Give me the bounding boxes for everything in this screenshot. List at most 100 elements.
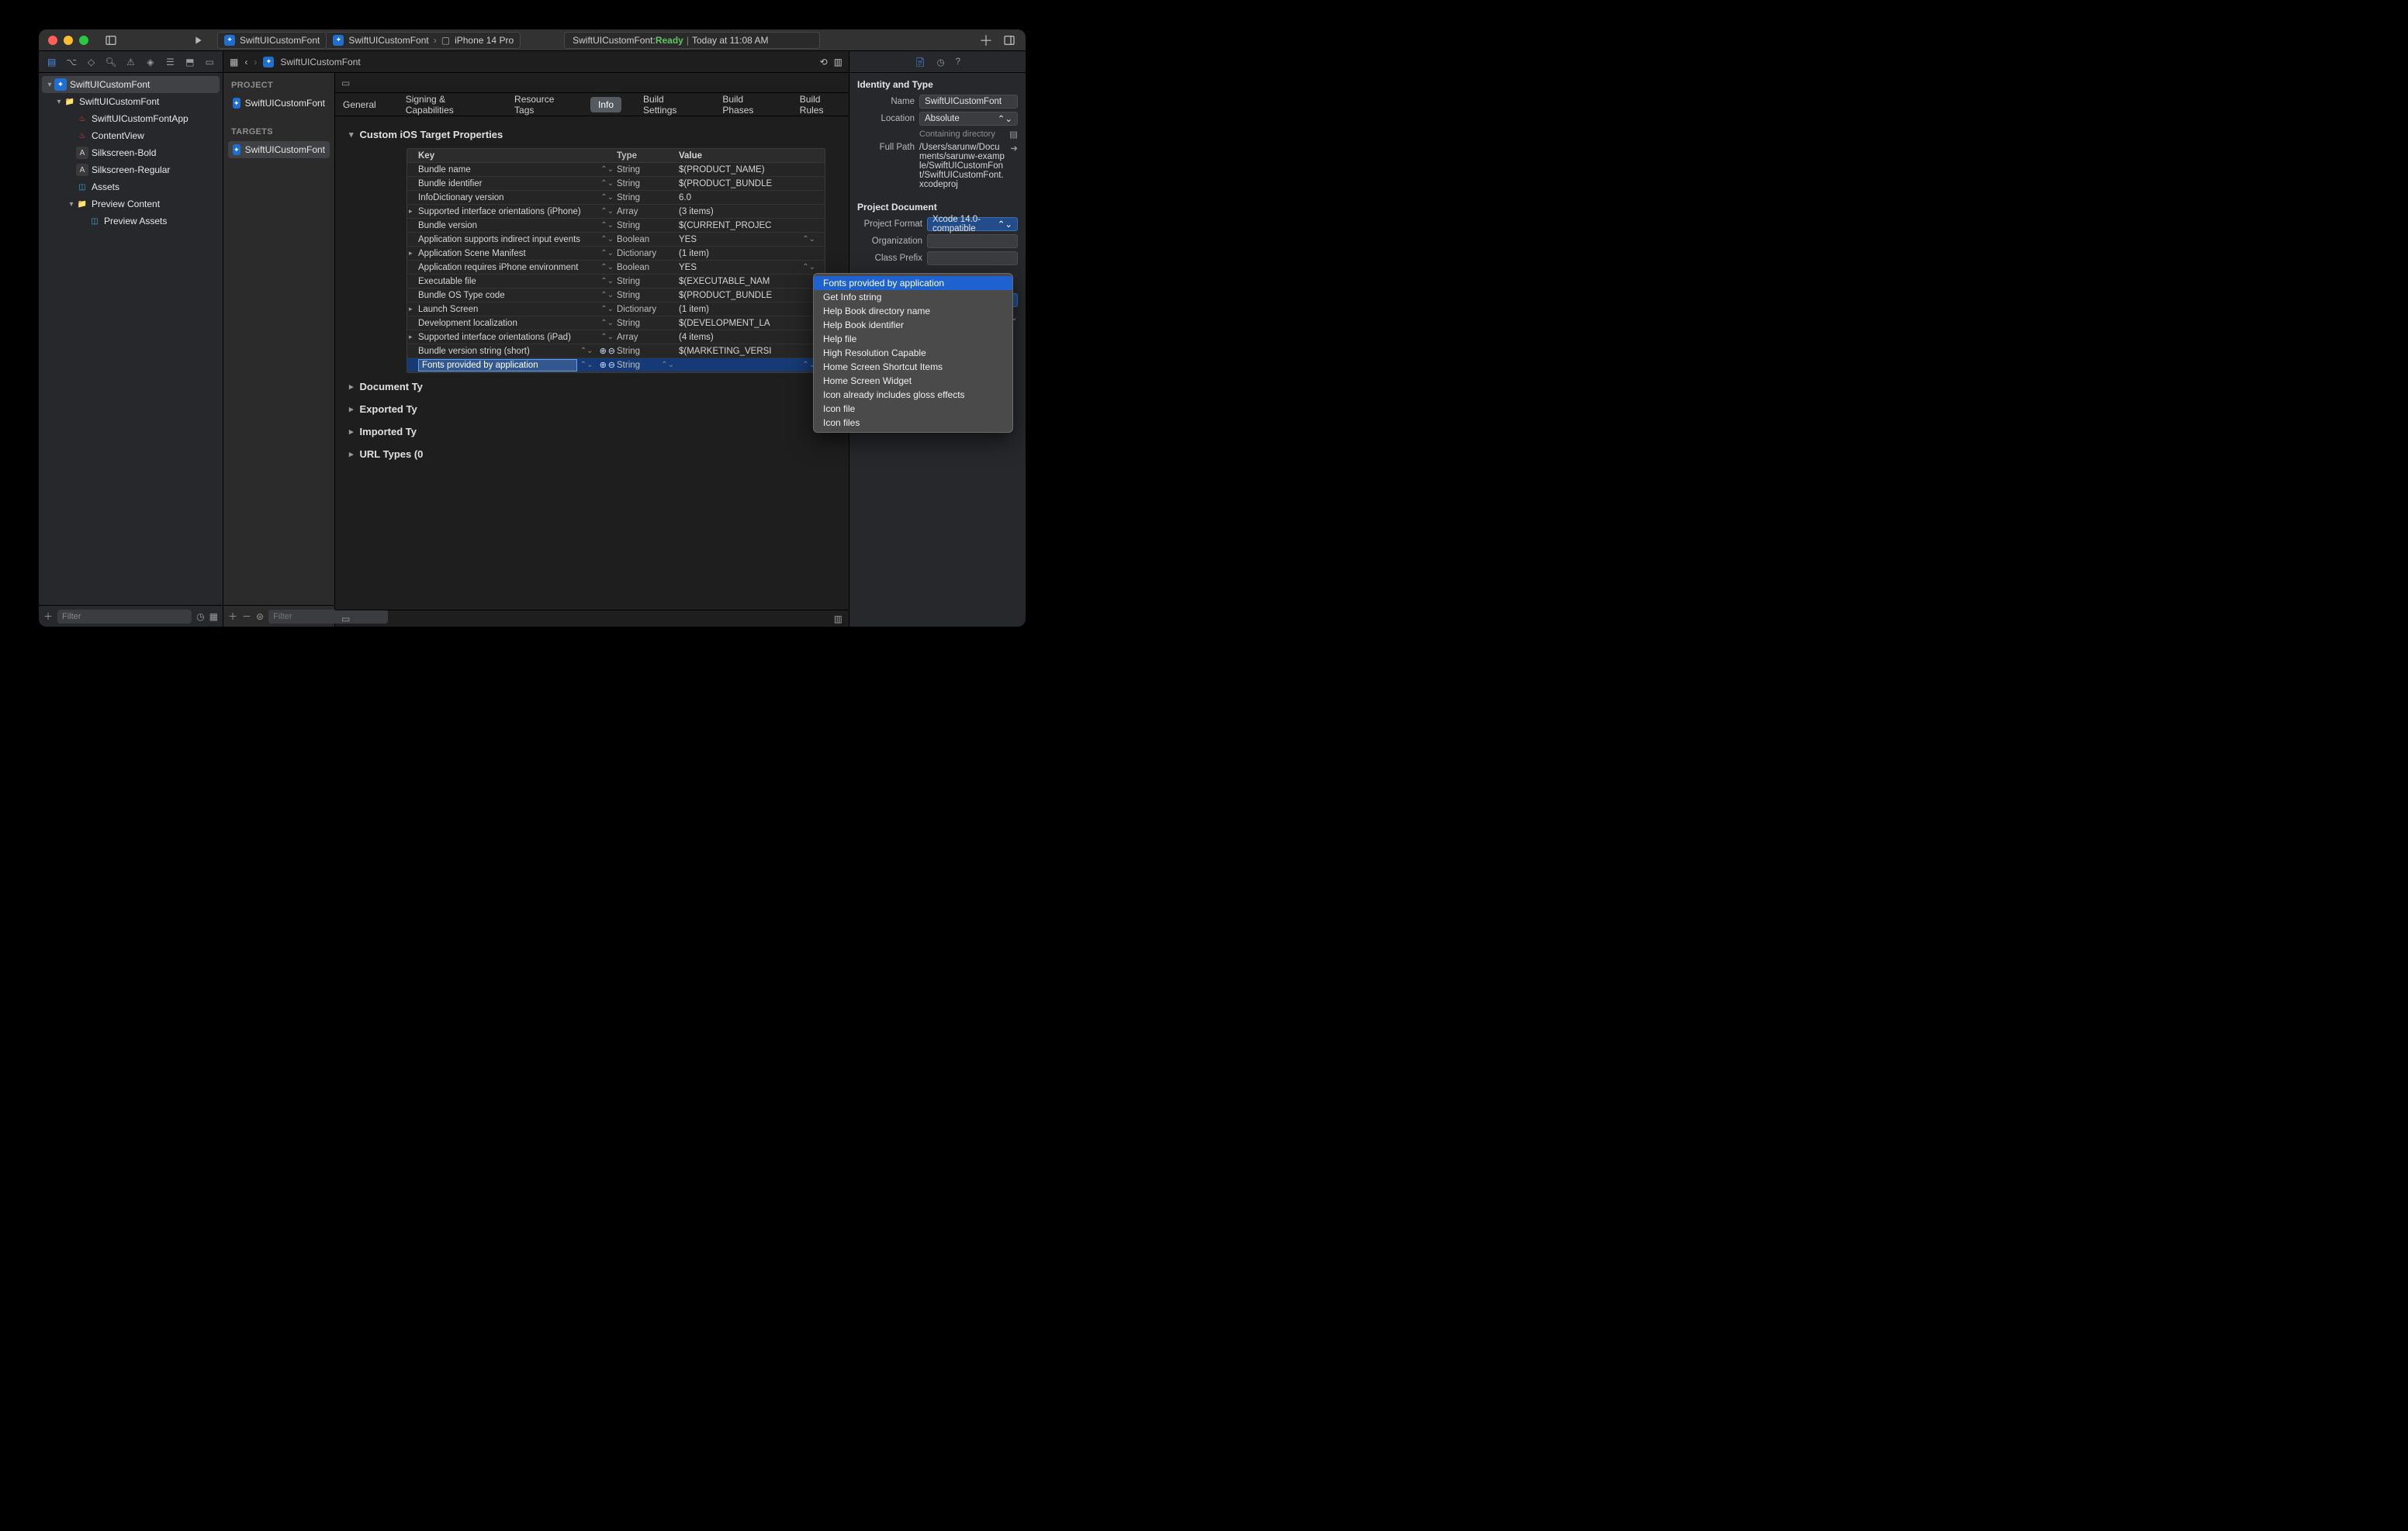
plist-key-cell[interactable]: Bundle version string (short)⌃⌄⊕⊖	[407, 346, 617, 356]
help-inspector-icon[interactable]: ?	[956, 57, 960, 67]
related-items-icon[interactable]: ▦	[230, 57, 238, 67]
symbol-navigator-icon[interactable]: ◇	[85, 57, 98, 67]
plist-value-cell[interactable]: $(PRODUCT_BUNDLE	[679, 179, 825, 188]
zoom-window-button[interactable]	[79, 36, 88, 45]
plist-row[interactable]: InfoDictionary version⌃⌄String6.0	[407, 191, 825, 205]
project-format-select[interactable]: Xcode 14.0-compatible⌃⌄	[927, 217, 1018, 231]
tab-general[interactable]: General	[335, 97, 384, 112]
tree-root[interactable]: ▾ ✦ SwiftUICustomFont	[42, 76, 220, 93]
scm-filter-icon[interactable]: ▦	[209, 611, 218, 622]
plist-key-cell[interactable]: Application requires iPhone environment⌃…	[407, 263, 617, 272]
dropdown-item[interactable]: Home Screen Widget	[814, 374, 1012, 388]
plist-value-cell[interactable]: 6.0	[679, 193, 825, 202]
dropdown-item[interactable]: Icon file	[814, 402, 1012, 416]
plist-row[interactable]: Bundle name⌃⌄String$(PRODUCT_NAME)	[407, 163, 825, 177]
type-popup-icon[interactable]: ⌃⌄	[661, 361, 674, 369]
choose-folder-icon[interactable]: ▤	[1009, 129, 1018, 140]
class-prefix-field[interactable]	[927, 251, 1018, 265]
plist-key-cell[interactable]: ▸Supported interface orientations (iPad)…	[407, 333, 617, 342]
collapsed-group[interactable]: ▸URL Types (0	[346, 441, 838, 463]
plist-value-cell[interactable]: $(PRODUCT_NAME)	[679, 165, 825, 175]
document-outline-button[interactable]: ▭	[335, 73, 849, 93]
tree-item[interactable]: ▾📁Preview Content	[39, 195, 223, 213]
plist-key-cell[interactable]: ▸Supported interface orientations (iPhon…	[407, 207, 617, 216]
dropdown-item[interactable]: Icon already includes gloss effects	[814, 388, 1012, 402]
plist-value-cell[interactable]: (3 items)	[679, 207, 825, 216]
key-popup-icon[interactable]: ⌃⌄	[600, 179, 614, 188]
report-navigator-icon[interactable]: ▭	[203, 57, 216, 67]
tree-item[interactable]: ♨︎SwiftUICustomFontApp	[39, 110, 223, 127]
source-control-navigator-icon[interactable]: ⌥	[64, 57, 78, 67]
disclosure-triangle-icon[interactable]: ▾	[54, 98, 64, 106]
remove-row-icon[interactable]: ⊖	[608, 360, 615, 370]
plist-value-cell[interactable]: $(MARKETING_VERSI	[679, 347, 825, 356]
dropdown-item[interactable]: Fonts provided by application	[814, 276, 1012, 290]
plist-type-cell[interactable]: Boolean	[617, 235, 679, 244]
plist-value-cell[interactable]: $(PRODUCT_BUNDLE	[679, 291, 825, 300]
breakpoint-navigator-icon[interactable]: ⬒	[183, 57, 196, 67]
reveal-in-finder-icon[interactable]: ➜	[1010, 143, 1018, 154]
collapsed-group[interactable]: ▸Document Ty	[346, 373, 838, 396]
issue-navigator-icon[interactable]: ⚠︎	[124, 57, 137, 67]
plist-type-cell[interactable]: String	[617, 319, 679, 328]
plist-type-cell[interactable]: String	[617, 277, 679, 286]
dropdown-item[interactable]: Get Info string	[814, 290, 1012, 304]
plist-type-cell[interactable]: Boolean	[617, 263, 679, 272]
disclosure-triangle-icon[interactable]: ▾	[45, 81, 54, 89]
add-row-icon[interactable]: ⊕	[600, 346, 607, 356]
plist-type-cell[interactable]: String	[617, 347, 679, 356]
activity-status[interactable]: SwiftUICustomFont: Ready | Today at 11:0…	[564, 32, 820, 49]
tab-info[interactable]: Info	[590, 97, 621, 112]
tab-signing-capabilities[interactable]: Signing & Capabilities	[398, 92, 493, 118]
plist-row[interactable]: Application requires iPhone environment⌃…	[407, 261, 825, 275]
plist-row[interactable]: Bundle version string (short)⌃⌄⊕⊖String$…	[407, 344, 825, 358]
plist-key-cell[interactable]: Bundle version⌃⌄	[407, 221, 617, 230]
tree-item[interactable]: ♨︎ContentView	[39, 127, 223, 144]
plist-row[interactable]: Bundle version⌃⌄String$(CURRENT_PROJEC	[407, 219, 825, 233]
plist-row[interactable]: ▸Application Scene Manifest⌃⌄Dictionary(…	[407, 247, 825, 261]
refresh-icon[interactable]: ⟲	[820, 57, 828, 67]
plist-value-cell[interactable]: (4 items)	[679, 333, 825, 342]
plist-type-cell[interactable]: String	[617, 221, 679, 230]
plist-row[interactable]: Development localization⌃⌄String$(DEVELO…	[407, 316, 825, 330]
chevron-right-icon[interactable]: ▸	[409, 305, 413, 313]
plist-key-input[interactable]	[418, 359, 577, 372]
add-file-button[interactable]: ＋	[43, 610, 53, 623]
key-popup-icon[interactable]: ⌃⌄	[600, 319, 614, 327]
plist-type-cell[interactable]: String ⌃⌄	[617, 361, 679, 370]
forward-button[interactable]: ›	[254, 57, 257, 67]
minimize-window-button[interactable]	[64, 36, 73, 45]
plist-value-cell[interactable]: (1 item)	[679, 305, 825, 314]
key-popup-icon[interactable]: ⌃⌄	[600, 235, 614, 244]
editor-options-icon[interactable]: ▥	[834, 57, 842, 67]
plist-row[interactable]: Bundle identifier⌃⌄String$(PRODUCT_BUNDL…	[407, 177, 825, 191]
tree-item[interactable]: ASilkscreen-Bold	[39, 144, 223, 161]
debug-filter-icon[interactable]: ▥	[834, 613, 842, 624]
debug-navigator-icon[interactable]: ☰	[164, 57, 177, 67]
test-navigator-icon[interactable]: ◈	[144, 57, 157, 67]
run-destination-selector[interactable]: ✦ SwiftUICustomFont › ▢ iPhone 14 Pro	[327, 32, 521, 49]
plist-type-cell[interactable]: String	[617, 165, 679, 175]
plist-row[interactable]: Application supports indirect input even…	[407, 233, 825, 247]
find-navigator-icon[interactable]: 🔍︎	[104, 57, 117, 67]
remove-target-button[interactable]: －	[242, 610, 251, 623]
plist-key-cell[interactable]: Bundle identifier⌃⌄	[407, 179, 617, 188]
plist-value-cell[interactable]: YES⌃⌄	[679, 263, 825, 272]
tree-item[interactable]: ▾📁SwiftUICustomFont	[39, 93, 223, 110]
plist-type-cell[interactable]: String	[617, 291, 679, 300]
key-popup-icon[interactable]: ⌃⌄	[580, 361, 593, 369]
tree-item[interactable]: ASilkscreen-Regular	[39, 161, 223, 178]
value-popup-icon[interactable]: ⌃⌄	[802, 235, 815, 244]
dropdown-item[interactable]: Help Book directory name	[814, 304, 1012, 318]
debug-toggle-icon[interactable]: ▭	[341, 613, 350, 624]
add-target-button[interactable]: ＋	[228, 610, 237, 623]
navigator-filter-input[interactable]	[57, 610, 192, 624]
plist-key-cell[interactable]: Bundle OS Type code⌃⌄	[407, 291, 617, 300]
collapsed-group[interactable]: ▸Exported Ty	[346, 396, 838, 418]
plist-key-cell[interactable]: Application supports indirect input even…	[407, 235, 617, 244]
library-button[interactable]	[1001, 34, 1018, 47]
tree-item[interactable]: ◫Assets	[39, 178, 223, 195]
key-popup-icon[interactable]: ⌃⌄	[600, 221, 614, 230]
plist-row[interactable]: ▸Supported interface orientations (iPhon…	[407, 205, 825, 219]
plist-value-cell[interactable]: $(EXECUTABLE_NAM	[679, 277, 825, 286]
